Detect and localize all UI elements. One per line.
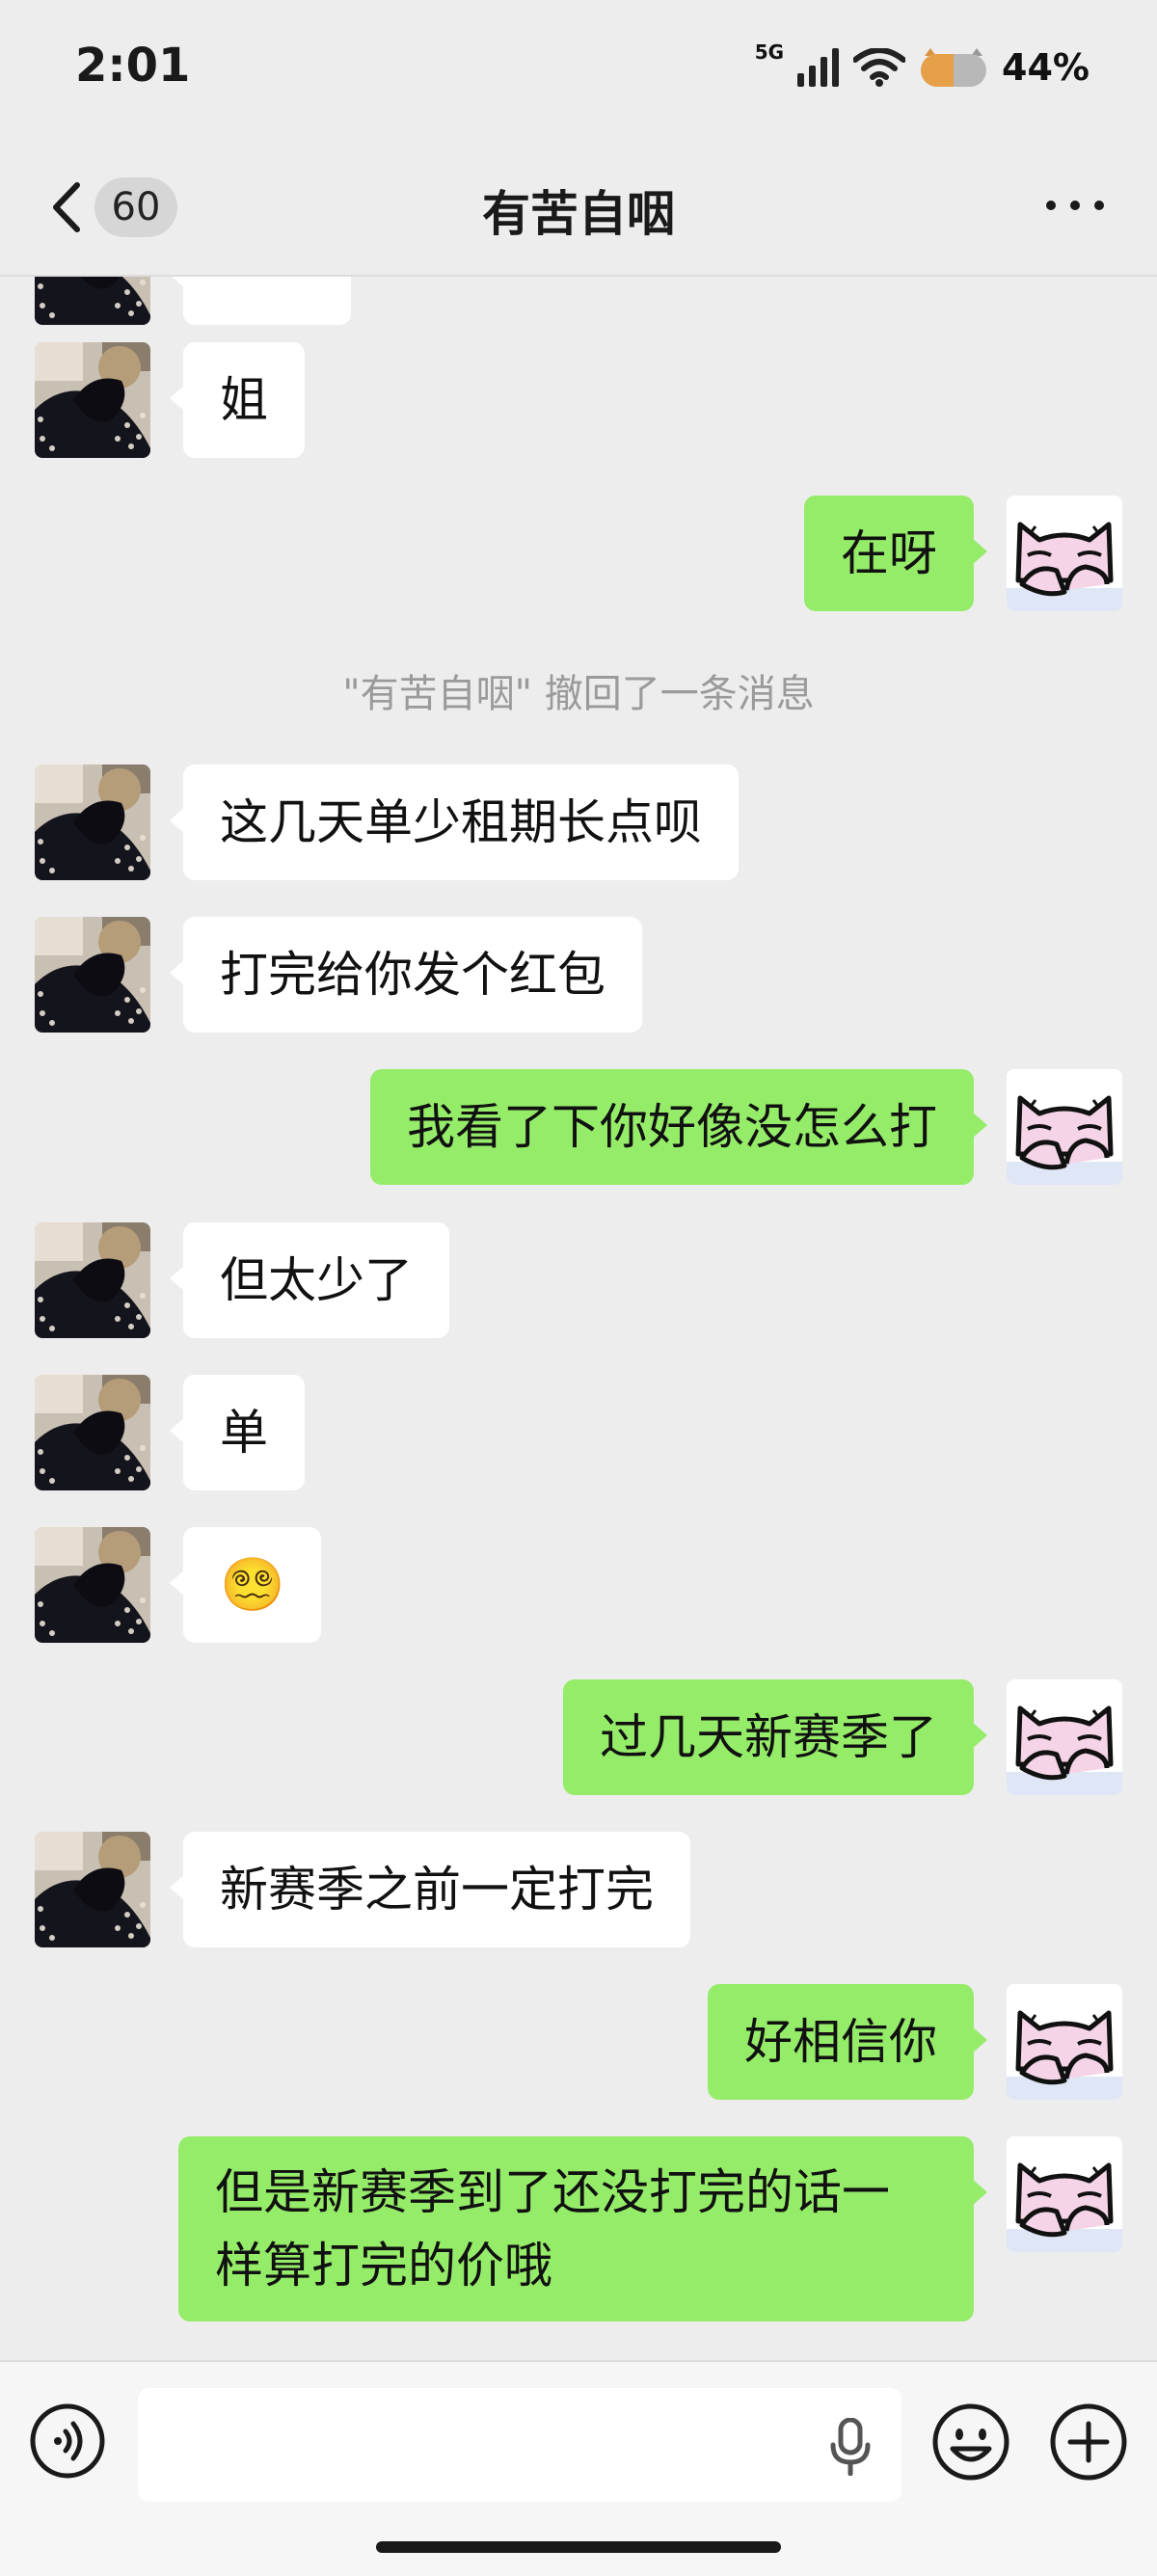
battery-percent: 44%: [1002, 46, 1090, 89]
chat-header: 60 有苦自咽: [0, 135, 1157, 277]
recall-notice: "有苦自咽" 撤回了一条消息: [342, 672, 815, 716]
message-input[interactable]: [138, 2388, 901, 2502]
my-avatar[interactable]: [1007, 1679, 1122, 1795]
network-type: 5G: [754, 40, 785, 64]
contact-avatar[interactable]: [35, 277, 150, 325]
emoji-message-bubble[interactable]: 😵‍💫: [169, 1527, 322, 1643]
message-bubble[interactable]: 但太少了: [170, 1222, 449, 1338]
contact-avatar[interactable]: [35, 1832, 150, 1947]
message-bubble[interactable]: 但是新赛季到了还没打完的话一样算打完的价哦: [178, 2136, 987, 2321]
wifi-icon: [853, 48, 906, 87]
chat-title: 有苦自咽: [482, 186, 675, 242]
my-avatar[interactable]: [1007, 2136, 1122, 2252]
status-icons: 5G 44%: [755, 39, 1090, 96]
status-time: 2:01: [75, 39, 191, 93]
message-bubble[interactable]: 新赛季之前一定打完: [170, 1832, 690, 1947]
contact-avatar[interactable]: [35, 1222, 150, 1338]
contact-avatar[interactable]: [35, 1527, 150, 1643]
plus-icon[interactable]: [1049, 2402, 1128, 2482]
microphone-icon[interactable]: [829, 2418, 872, 2476]
message-bubble[interactable]: 打完给你发个红包: [170, 917, 642, 1033]
message-list[interactable]: 姐 在呀 "有苦自咽" 撤回了一条消息 这几天单少租期长点呗 打完给你发个红包 …: [0, 277, 1157, 2359]
battery-icon: [921, 48, 987, 87]
home-indicator[interactable]: [376, 2541, 781, 2553]
contact-avatar[interactable]: [35, 1375, 150, 1490]
more-dots-icon[interactable]: [1041, 191, 1109, 220]
message-bubble[interactable]: 单: [170, 1375, 305, 1490]
voice-input-icon[interactable]: [29, 2402, 106, 2480]
my-avatar[interactable]: [1007, 1069, 1122, 1185]
emoji-icon[interactable]: [931, 2402, 1010, 2482]
message-bubble[interactable]: 过几天新赛季了: [563, 1679, 987, 1795]
contact-avatar[interactable]: [35, 917, 150, 1033]
message-bubble[interactable]: 姐: [170, 342, 305, 458]
my-avatar[interactable]: [1007, 1984, 1122, 2100]
message-bubble[interactable]: 在呀: [804, 496, 987, 611]
status-bar: 2:01 5G 44%: [0, 0, 1157, 135]
contact-avatar[interactable]: [35, 765, 150, 880]
message-bubble[interactable]: 我看了下你好像没怎么打: [370, 1069, 987, 1185]
message-bubble[interactable]: 这几天单少租期长点呗: [170, 765, 739, 880]
message-bubble[interactable]: 好相信你: [708, 1984, 987, 2100]
contact-avatar[interactable]: [35, 342, 150, 458]
signal-icon: [797, 48, 840, 87]
message-bubble-partial[interactable]: [170, 277, 351, 325]
my-avatar[interactable]: [1007, 496, 1122, 611]
